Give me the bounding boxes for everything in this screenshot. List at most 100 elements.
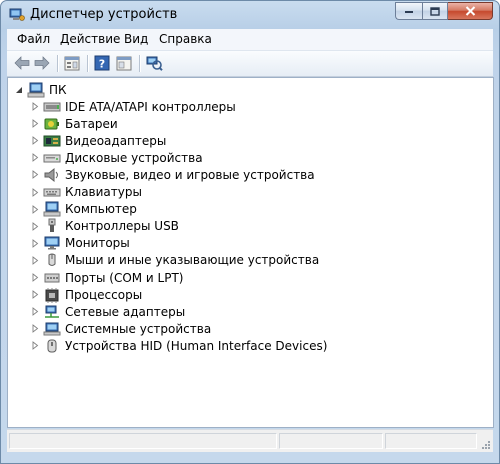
display-adapter-icon [43,133,61,149]
speaker-icon [43,167,61,183]
expand-arrow-icon[interactable] [30,119,40,129]
monitor-icon [43,235,61,251]
collapse-arrow-icon[interactable] [14,85,24,95]
device-manager-icon [9,8,25,21]
expand-arrow-icon[interactable] [30,204,40,214]
tree-item-label: Порты (COM и LPT) [65,270,184,285]
maximize-icon [430,6,440,16]
tree-item[interactable]: Мыши и иные указывающие устройства [30,252,319,269]
menu-file[interactable]: Файл [17,32,50,46]
processor-icon [43,287,61,303]
tree-item-label: Мыши и иные указывающие устройства [65,253,320,268]
port-icon [43,270,61,286]
keyboard-icon [43,184,61,200]
status-panel-2 [279,433,383,449]
expand-arrow-icon[interactable] [30,307,40,317]
svg-text:?: ? [99,58,105,71]
view-window-icon [116,56,132,70]
mouse-icon [43,252,61,268]
tree-item[interactable]: Мониторы [30,235,130,252]
battery-icon [43,116,61,132]
tree-item-label: Компьютер [65,202,137,217]
status-panel-3 [385,433,477,449]
tree-item[interactable]: IDE ATA/ATAPI контроллеры [30,98,236,115]
tree-root-label: ПК [49,82,67,97]
menu-bar: Файл Действие Вид Справка [7,29,493,51]
tree-item[interactable]: Системные устройства [30,320,211,337]
maximize-button[interactable] [422,2,448,20]
usb-icon [43,218,61,234]
expand-arrow-icon[interactable] [30,136,40,146]
menu-view[interactable]: Вид [124,32,148,46]
properties-icon [64,56,80,70]
tree-item[interactable]: Порты (COM и LPT) [30,269,183,286]
menu-help[interactable]: Справка [159,32,212,46]
back-arrow-icon [14,56,30,70]
tree-item-label: Видеоадаптеры [65,133,167,148]
expand-arrow-icon[interactable] [30,324,40,334]
tree-item[interactable]: Сетевые адаптеры [30,303,185,320]
window-title: Диспетчер устройств [30,7,178,22]
tree-root[interactable]: ПК [14,81,67,98]
tree-item-label: Клавиатуры [65,185,142,199]
expand-arrow-icon[interactable] [30,341,40,351]
status-bar [7,429,493,452]
tree-item[interactable]: Устройства HID (Human Interface Devices) [30,337,327,354]
tree-item-label: Процессоры [65,287,143,302]
tree-item[interactable]: Видеоадаптеры [30,132,166,149]
scan-hardware-icon [146,56,163,71]
ide-controller-icon [43,99,61,115]
tree-item-label: Сетевые адаптеры [65,304,186,319]
expand-arrow-icon[interactable] [30,187,40,197]
forward-arrow-icon [34,56,50,70]
properties-button[interactable] [63,54,81,72]
expand-arrow-icon[interactable] [30,255,40,265]
tree-item[interactable]: Батареи [30,115,118,132]
help-button[interactable]: ? [93,54,111,72]
resize-grip-icon[interactable] [480,439,491,450]
tree-item[interactable]: Компьютер [30,201,137,218]
tree-item[interactable]: Процессоры [30,286,142,303]
expand-arrow-icon[interactable] [30,221,40,231]
expand-arrow-icon[interactable] [30,153,40,163]
network-adapter-icon [43,304,61,320]
expand-arrow-icon[interactable] [30,102,40,112]
window-controls [395,2,493,20]
back-button[interactable] [13,54,31,72]
scan-hardware-button[interactable] [145,54,163,72]
tree-item[interactable]: Звуковые, видео и игровые устройства [30,166,315,183]
minimize-button[interactable] [395,2,422,20]
tree-item-label: Дисковые устройства [65,150,203,165]
expand-arrow-icon[interactable] [30,290,40,300]
hid-icon [43,338,61,354]
computer-icon [27,82,45,98]
computer-icon [43,201,61,217]
status-panel-main [9,433,277,449]
tree-item[interactable]: Дисковые устройства [30,149,203,166]
forward-button[interactable] [33,54,51,72]
tree-item[interactable]: Контроллеры USB [30,218,179,235]
expand-arrow-icon[interactable] [30,273,40,283]
close-icon [465,6,475,16]
tree-item-label: IDE ATA/ATAPI контроллеры [65,99,236,114]
device-tree[interactable]: ПК IDE ATA/ATAPI контроллеры Батареи Видео… [7,77,494,428]
toolbar: ? [7,51,493,77]
view-button[interactable] [115,54,133,72]
system-devices-icon [43,321,61,337]
tree-item-label: Мониторы [65,236,130,251]
help-icon: ? [94,55,110,71]
tree-item-label: Системные устройства [65,321,212,336]
minimize-icon [405,11,413,13]
title-bar[interactable]: Диспетчер устройств [1,1,499,29]
tree-item-label: Звуковые, видео и игровые устройства [65,167,315,182]
device-manager-window: Диспетчер устройств Файл Действие Вид Сп… [0,0,500,464]
tree-item-label: Контроллеры USB [65,219,179,234]
disk-drive-icon [43,150,61,166]
tree-item[interactable]: Клавиатуры [30,184,142,201]
close-button[interactable] [448,2,493,20]
tree-item-label: Батареи [65,116,118,131]
menu-action[interactable]: Действие [60,32,120,46]
tree-item-label: Устройства HID (Human Interface Devices) [65,338,328,353]
expand-arrow-icon[interactable] [30,238,40,248]
expand-arrow-icon[interactable] [30,170,40,180]
